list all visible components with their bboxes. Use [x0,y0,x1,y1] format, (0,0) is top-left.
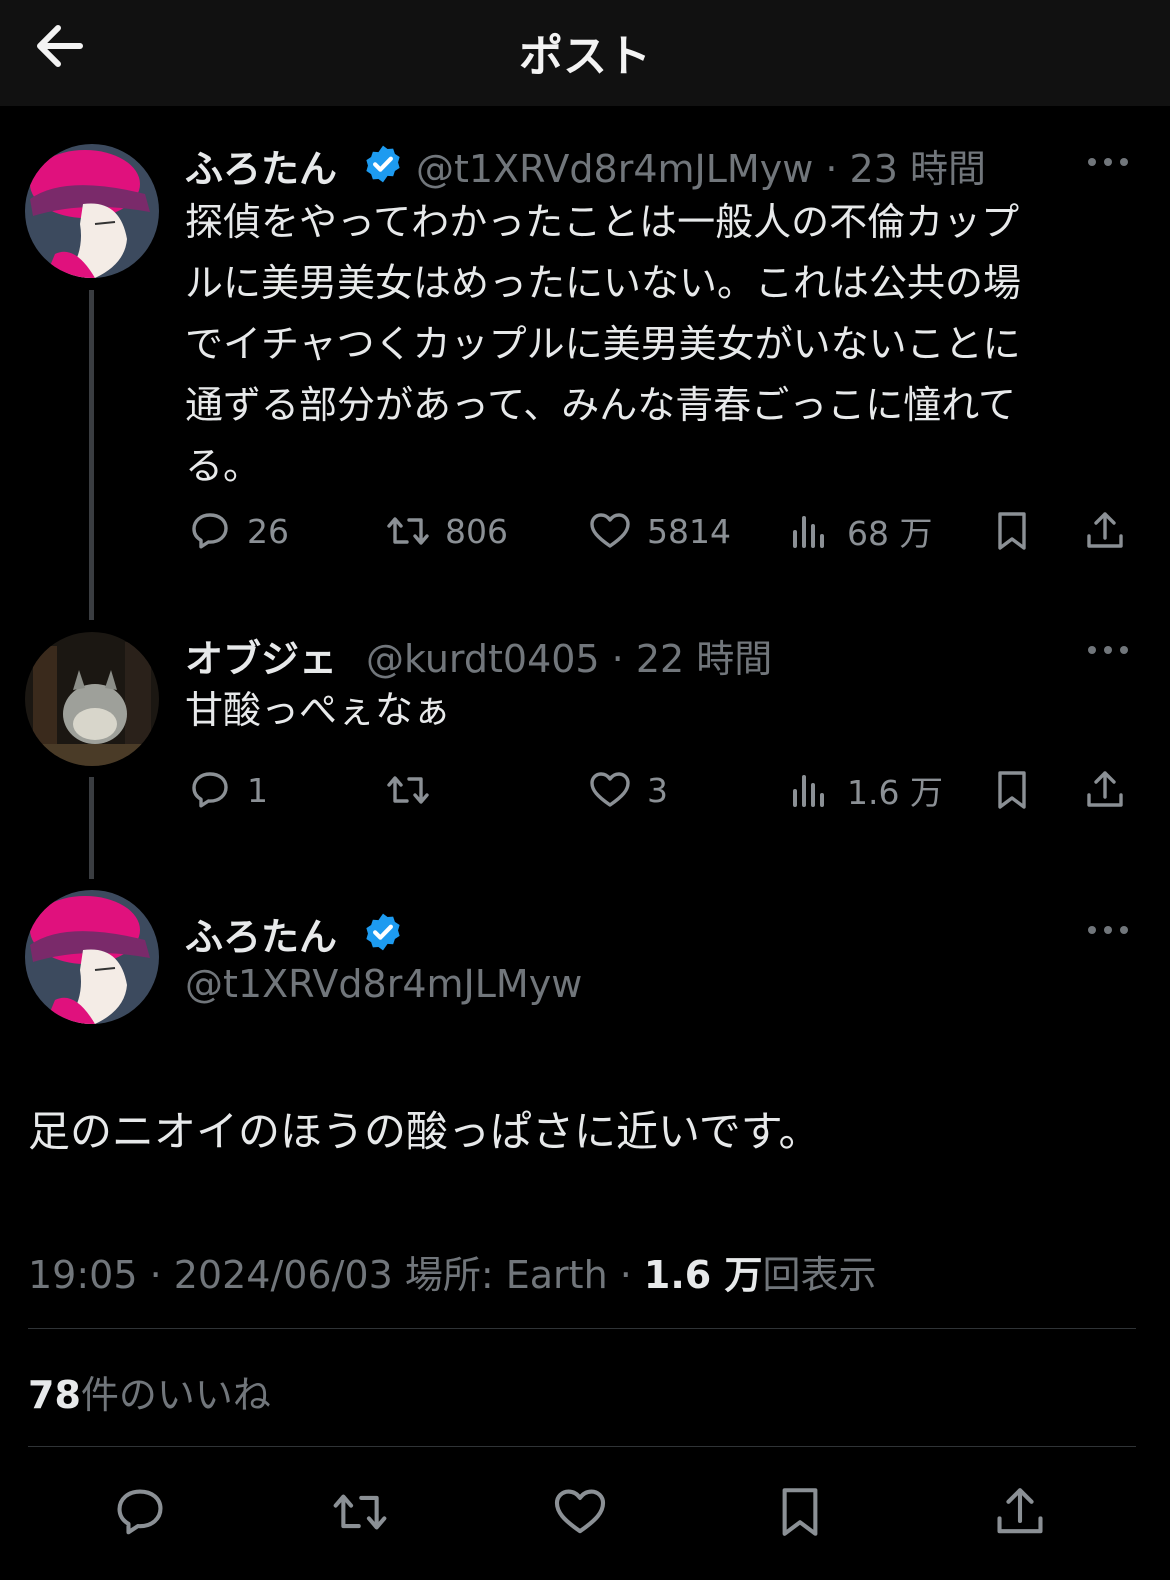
reply-button[interactable]: 26 [185,506,289,556]
like-count: 78 [28,1373,81,1417]
post-text: 探偵をやってわかったことは一般人の不倫カップ ルに美男美女はめったにいない。これ… [185,200,1022,488]
post-details: 19:05 · 2024/06/03 場所: Earth · 1.6 万回表示 [28,1244,876,1299]
bookmark-icon[interactable] [768,1480,832,1544]
divider [28,1446,1136,1447]
heart-icon[interactable] [548,1480,612,1544]
post-location: 場所: Earth · [404,1253,632,1297]
bookmark-icon [998,512,1026,550]
thread-line [89,290,94,620]
repost-icon[interactable] [328,1480,392,1544]
reply-icon[interactable] [108,1480,172,1544]
more-options-icon[interactable] [1084,920,1132,940]
author-handle[interactable]: @t1XRVd8r4mJLMyw [185,962,582,1006]
heart-icon [590,772,630,807]
view-count: 1.6 万 [643,1253,763,1297]
heart-icon [590,513,630,548]
verified-badge-icon [362,143,404,185]
repost-icon [387,776,429,804]
post-time: 19:05 · 2024/06/03 [28,1253,393,1297]
repost-button[interactable]: 806 [383,506,508,556]
author-name[interactable]: ふろたん [185,906,337,961]
like-label: 件のいいね [80,1373,271,1417]
bookmark-button[interactable] [987,506,1037,556]
bookmark-button[interactable] [987,765,1037,815]
views-button[interactable]: 68 万 [785,506,932,556]
post-meta: @kurdt0405 · 22 時間 [366,637,773,681]
analytics-icon [793,775,824,807]
like-button[interactable]: 3 [585,765,668,815]
share-button[interactable] [1080,765,1130,815]
author-name[interactable]: ふろたん [185,138,337,193]
repost-button[interactable] [383,765,433,815]
verified-badge-icon [362,911,404,953]
reply-button[interactable]: 1 [185,765,268,815]
repost-icon [387,517,429,545]
divider [28,1328,1136,1329]
share-icon [1087,512,1123,548]
view-label: 回表示 [762,1253,877,1297]
likes-summary[interactable]: 78件のいいね [28,1364,271,1419]
post-text: 甘酸っぺぇなぁ [185,688,452,732]
bookmark-icon [998,771,1026,809]
top-bar: ポスト [0,0,1170,106]
more-options-icon[interactable] [1084,152,1132,172]
share-button[interactable] [1080,506,1130,556]
share-icon[interactable] [988,1480,1052,1544]
thread-line [89,777,94,879]
reply-icon [192,772,228,808]
views-button[interactable]: 1.6 万 [785,765,943,815]
more-options-icon[interactable] [1084,640,1132,660]
like-button[interactable]: 5814 [585,506,731,556]
page-title: ポスト [519,31,651,82]
avatar-objet[interactable] [25,632,159,766]
author-name[interactable]: オブジェ [185,628,337,683]
avatar-furotan[interactable] [25,890,159,1024]
analytics-icon [793,516,824,548]
post-meta: @t1XRVd8r4mJLMyw · 23 時間 [416,147,986,191]
main-post-text: 足のニオイのほうの酸っぱさに近いです。 [28,1107,821,1156]
reply-icon [192,513,228,549]
share-icon [1087,771,1123,807]
avatar-furotan[interactable] [25,144,159,278]
